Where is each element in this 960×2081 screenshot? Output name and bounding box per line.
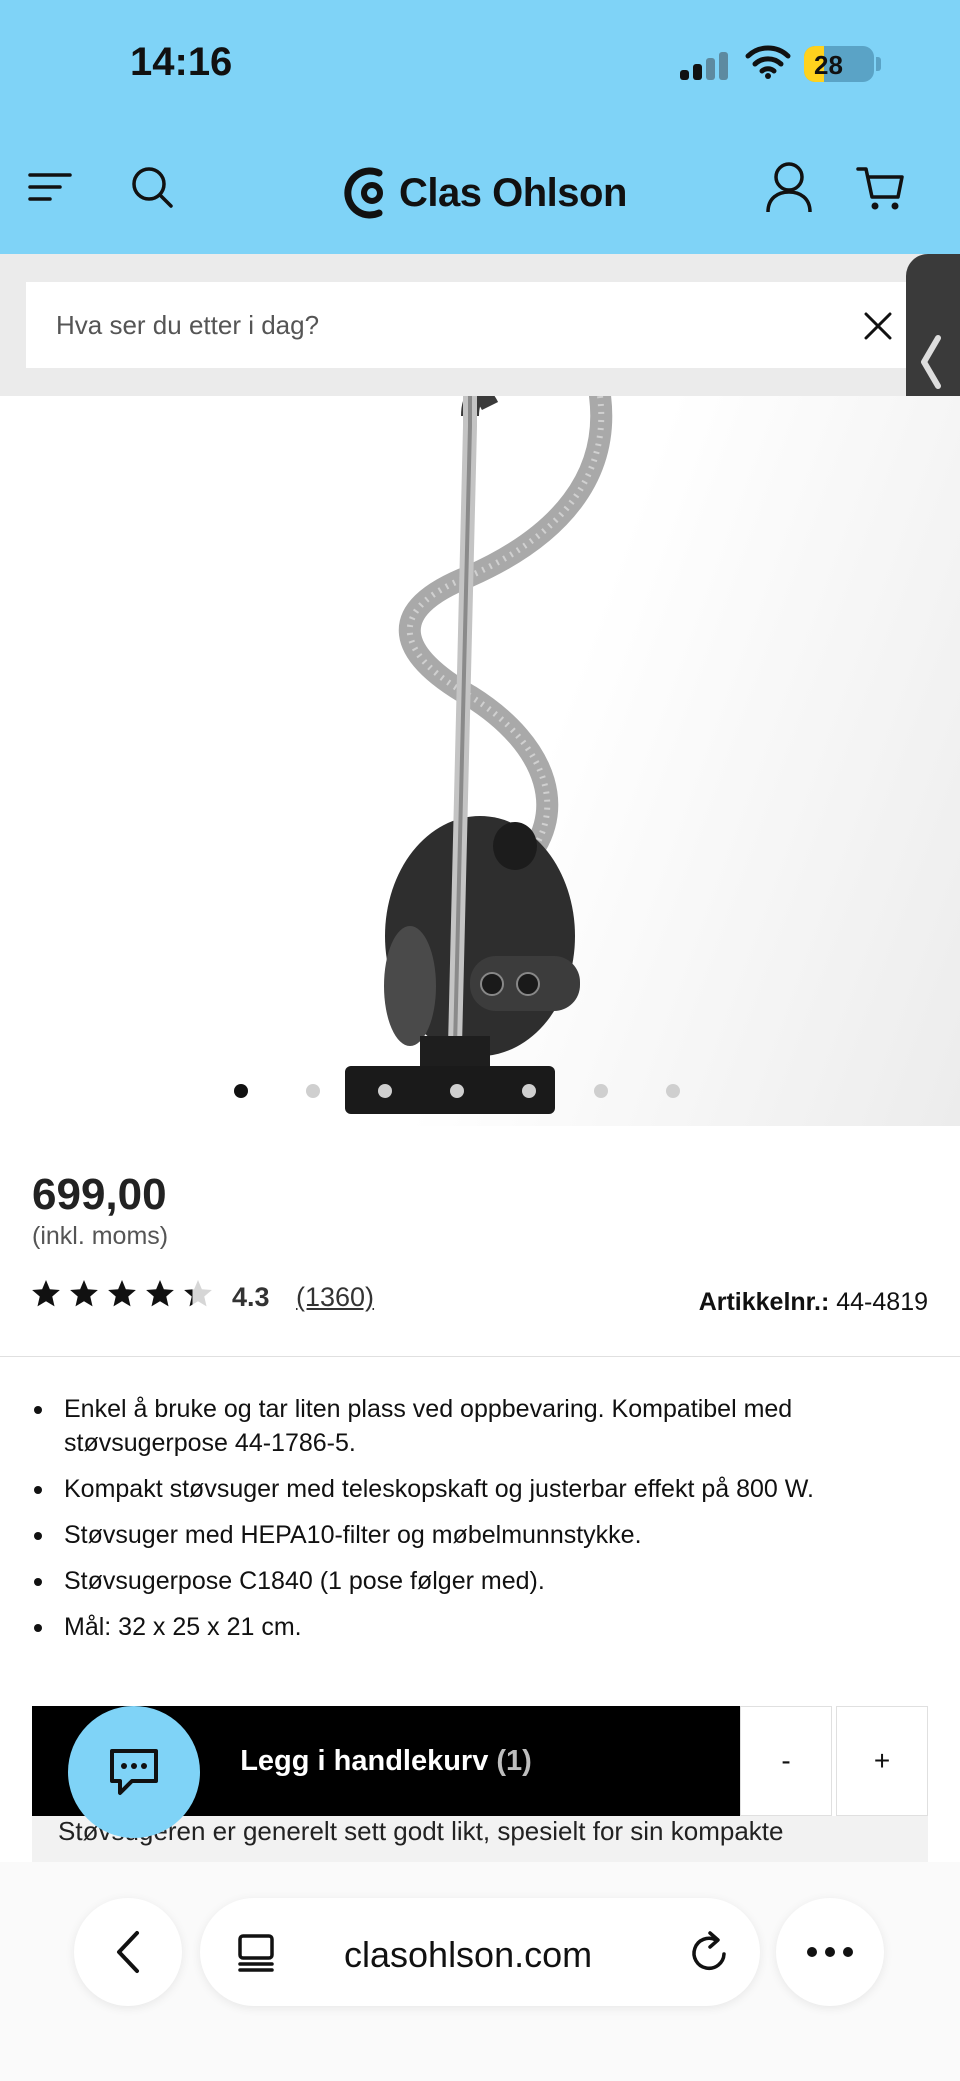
- clas-ohlson-logo-icon: [344, 167, 383, 219]
- app-header: 14:16 28 Clas Ohlson: [0, 0, 960, 254]
- article-number-value: 44-4819: [836, 1288, 928, 1316]
- pagination-dot[interactable]: [378, 1084, 392, 1098]
- chevron-left-icon: [117, 1931, 139, 1973]
- star-icon: [32, 1280, 60, 1307]
- increase-quantity-button[interactable]: +: [836, 1706, 928, 1816]
- cart-quantity: (1): [496, 1744, 532, 1777]
- highlight-item: Støvsuger med HEPA10-filter og møbelmunn…: [32, 1518, 932, 1552]
- article-number-label: Artikkelnr.:: [698, 1288, 830, 1316]
- cart-icon[interactable]: [856, 163, 906, 213]
- wifi-icon: [745, 45, 791, 79]
- pagination-dot[interactable]: [666, 1084, 680, 1098]
- browser-more-button[interactable]: [776, 1898, 884, 2006]
- more-icon: [807, 1947, 853, 1957]
- review-count-link[interactable]: (1360): [296, 1282, 374, 1313]
- chat-icon: [110, 1749, 158, 1795]
- product-image-carousel[interactable]: [0, 396, 960, 1126]
- account-icon[interactable]: [764, 160, 814, 214]
- battery-indicator: 28: [804, 46, 874, 82]
- reload-icon[interactable]: [690, 1930, 730, 1974]
- star-icon: [108, 1280, 136, 1307]
- search-field[interactable]: [26, 282, 916, 368]
- search-input[interactable]: [56, 282, 856, 368]
- chat-button[interactable]: [68, 1706, 200, 1838]
- battery-tip: [876, 57, 881, 71]
- decrease-quantity-button[interactable]: -: [740, 1706, 832, 1816]
- address-bar[interactable]: clasohlson.com: [200, 1898, 760, 2006]
- url-text: clasohlson.com: [344, 1934, 593, 1975]
- star-icon: [184, 1280, 212, 1307]
- highlight-item: Kompakt støvsuger med teleskopskaft og j…: [32, 1472, 932, 1506]
- star-icon: [70, 1280, 98, 1307]
- vacuum-cleaner-image: [345, 396, 613, 1114]
- star-icon: [146, 1280, 174, 1307]
- chevron-left-icon: [921, 335, 941, 389]
- pagination-dot[interactable]: [522, 1084, 536, 1098]
- pagination-dot[interactable]: [234, 1084, 248, 1098]
- divider: [0, 1356, 960, 1357]
- tabs-icon: [238, 1934, 274, 1972]
- article-number: Artikkelnr.: 44-4819: [699, 1288, 928, 1317]
- pagination-dot[interactable]: [306, 1084, 320, 1098]
- battery-percent: 28: [814, 50, 843, 80]
- highlight-item: Støvsugerpose C1840 (1 pose følger med).: [32, 1564, 932, 1598]
- highlight-item: Enkel å bruke og tar liten plass ved opp…: [32, 1392, 932, 1460]
- vat-note: (inkl. moms): [32, 1222, 169, 1250]
- brand-logo[interactable]: Clas Ohlson: [343, 163, 627, 223]
- rating-stars: [30, 1278, 214, 1310]
- menu-icon[interactable]: [26, 163, 74, 211]
- close-icon[interactable]: [858, 306, 898, 346]
- add-to-cart-label: Legg i handlekurv: [240, 1744, 489, 1777]
- status-time: 14:16: [130, 40, 233, 84]
- browser-back-button[interactable]: [74, 1898, 182, 2006]
- brand-name: Clas Ohlson: [399, 170, 627, 215]
- pagination-dot[interactable]: [594, 1084, 608, 1098]
- cellular-signal-icon: [680, 50, 732, 80]
- product-highlights: Enkel å bruke og tar liten plass ved opp…: [32, 1392, 932, 1656]
- search-icon[interactable]: [128, 163, 176, 211]
- rating-value: 4.3: [232, 1282, 270, 1312]
- highlight-item: Mål: 32 x 25 x 21 cm.: [32, 1610, 932, 1644]
- pagination-dot[interactable]: [450, 1084, 464, 1098]
- product-price: 699,00: [32, 1170, 167, 1219]
- gallery-pagination: [0, 1084, 960, 1104]
